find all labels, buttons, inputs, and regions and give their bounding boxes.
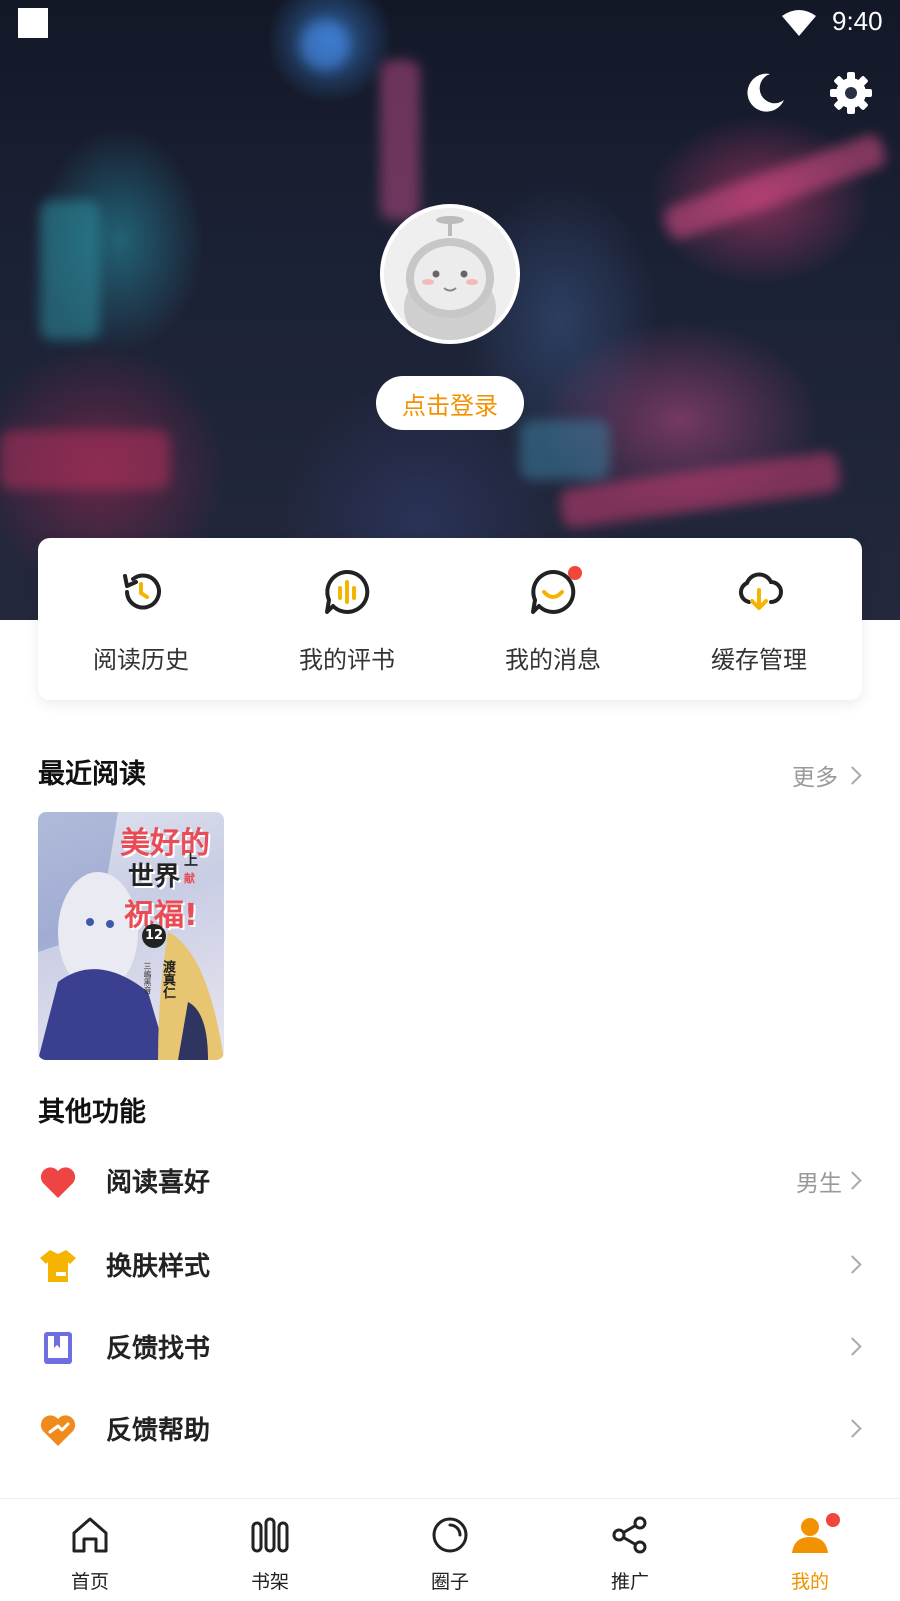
review-icon	[325, 569, 370, 614]
status-time: 9:40	[832, 6, 883, 36]
heart-icon	[40, 1167, 76, 1198]
nav-bookshelf[interactable]: 书架	[180, 1499, 360, 1601]
more-link[interactable]: 更多	[792, 758, 862, 792]
reading-preference-row[interactable]: 阅读喜好 男生	[0, 1150, 900, 1220]
more-label: 更多	[792, 765, 838, 791]
home-icon	[72, 1517, 108, 1553]
cover-title-shang: 上	[184, 853, 198, 869]
chevron-right-icon	[843, 1337, 862, 1356]
bottom-navigation: 首页 书架 圈子 推广 我的	[0, 1498, 900, 1601]
feedback-help-row[interactable]: 反馈帮助	[0, 1398, 900, 1468]
chevron-right-icon	[843, 765, 862, 785]
nav-home[interactable]: 首页	[0, 1499, 180, 1601]
user-icon	[792, 1518, 828, 1553]
cloud-download-icon	[738, 572, 783, 610]
nav-label: 圈子	[430, 1571, 469, 1593]
recent-reading-title: 最近阅读	[38, 759, 146, 790]
bookshelf-icon	[251, 1517, 289, 1553]
cover-volume: 12	[142, 924, 166, 948]
notification-icon	[18, 8, 48, 38]
night-mode-icon[interactable]	[742, 70, 788, 116]
nav-promote[interactable]: 推广	[540, 1499, 720, 1601]
status-bar: 9:40	[0, 0, 900, 48]
quick-action-history[interactable]: 阅读历史	[38, 538, 244, 700]
skin-style-row[interactable]: 换肤样式	[0, 1234, 900, 1304]
other-functions-title: 其他功能	[38, 1097, 146, 1128]
shirt-icon	[40, 1250, 76, 1282]
quick-action-label: 阅读历史	[93, 646, 189, 674]
book-icon	[44, 1332, 72, 1364]
robot-avatar-icon	[384, 208, 516, 340]
cover-title-line2: 世界	[128, 862, 181, 892]
feedback-help-label: 反馈帮助	[106, 1416, 211, 1446]
message-badge	[568, 566, 582, 580]
login-button[interactable]: 点击登录	[376, 376, 524, 430]
nav-circle[interactable]: 圈子	[360, 1499, 540, 1601]
cover-title-xian: 献	[184, 872, 195, 885]
quick-action-label: 我的评书	[299, 646, 395, 674]
nav-mine[interactable]: 我的	[720, 1499, 900, 1601]
settings-gear-icon[interactable]	[828, 70, 874, 116]
help-heart-icon	[40, 1415, 76, 1446]
history-icon	[123, 573, 161, 610]
feedback-find-book-row[interactable]: 反馈找书	[0, 1316, 900, 1386]
chevron-right-icon	[843, 1419, 862, 1438]
quick-action-label: 我的消息	[505, 646, 601, 674]
reading-preference-label: 阅读喜好	[106, 1168, 211, 1198]
nav-mine-badge	[826, 1513, 840, 1527]
circle-icon	[432, 1517, 468, 1553]
nav-label: 书架	[250, 1571, 289, 1593]
feedback-find-book-label: 反馈找书	[106, 1334, 211, 1364]
avatar[interactable]	[380, 204, 520, 344]
nav-label: 首页	[70, 1571, 109, 1593]
chevron-right-icon	[843, 1171, 862, 1190]
quick-action-reviews[interactable]: 我的评书	[244, 538, 450, 700]
quick-action-messages[interactable]: 我的消息	[450, 538, 656, 700]
share-icon	[612, 1516, 647, 1554]
cover-author: 渡真仁	[160, 960, 175, 999]
reading-preference-value: 男生	[796, 1171, 842, 1197]
quick-action-cache[interactable]: 缓存管理	[656, 538, 862, 700]
quick-actions-card: 阅读历史 我的评书 我的消息 缓存管理	[38, 538, 862, 700]
nav-label: 我的	[790, 1571, 829, 1593]
chevron-right-icon	[843, 1255, 862, 1274]
quick-action-label: 缓存管理	[711, 646, 807, 674]
skin-style-label: 换肤样式	[106, 1252, 211, 1282]
wifi-icon	[782, 10, 816, 36]
recent-book-cover[interactable]: 美好的 世界 上 献 祝福! 12 渡真仁 三嶋黑音	[38, 812, 224, 1060]
cover-illustrator: 三嶋黑音	[143, 962, 152, 994]
nav-label: 推广	[610, 1571, 649, 1593]
